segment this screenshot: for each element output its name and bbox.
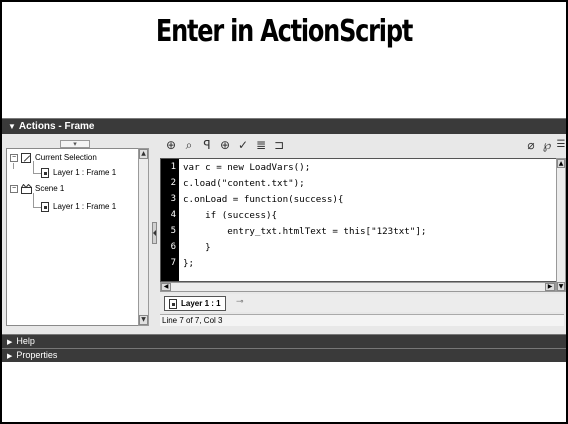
- check-syntax-icon[interactable]: ✓: [236, 138, 250, 152]
- code-line[interactable]: if (success){: [183, 209, 277, 222]
- tree-connector: [33, 207, 41, 208]
- line-number: 7: [170, 258, 176, 268]
- tree-item-label: Layer 1 : Frame 1: [53, 202, 117, 211]
- slide-title: Enter in ActionScript: [155, 14, 413, 49]
- code-line[interactable]: };: [183, 257, 194, 270]
- tree-item-label: Scene 1: [35, 184, 65, 193]
- layer-icon: [41, 167, 49, 178]
- tree-collapse-button[interactable]: ▾: [60, 140, 90, 148]
- script-tab-bar: Layer 1 : 1 ⊸: [160, 294, 564, 312]
- tree-connector: [33, 193, 34, 207]
- tree-item-label: Layer 1 : Frame 1: [53, 168, 117, 177]
- help-panel-label: Help: [16, 336, 35, 346]
- line-number: 6: [170, 242, 176, 252]
- editor-horizontal-scrollbar[interactable]: ◀ ▶: [160, 282, 556, 292]
- code-line[interactable]: c.load("content.txt");: [183, 177, 305, 190]
- line-number: 2: [170, 178, 176, 188]
- tree-item-current-frame[interactable]: Layer 1 : Frame 1: [41, 167, 116, 179]
- expand-arrow-icon[interactable]: ▶: [7, 353, 12, 360]
- debug-icon[interactable]: ⌀: [524, 138, 538, 152]
- menu-icon[interactable]: ☰: [554, 138, 568, 152]
- tree-item-scene-frame[interactable]: Layer 1 : Frame 1: [41, 201, 116, 213]
- layer-icon: [169, 298, 177, 309]
- pane-splitter[interactable]: [152, 222, 157, 244]
- reference-icon[interactable]: ℘: [540, 138, 554, 152]
- tree-item-current-selection[interactable]: − Current Selection: [10, 152, 97, 164]
- expand-arrow-icon[interactable]: ▶: [7, 339, 12, 346]
- tree-item-label: Current Selection: [35, 153, 97, 162]
- actions-panel-title: Actions - Frame: [18, 121, 95, 132]
- editor-vertical-scrollbar[interactable]: ▲ ▼: [556, 158, 566, 292]
- scroll-up-icon[interactable]: ▲: [557, 159, 565, 168]
- properties-panel-header[interactable]: ▶ Properties: [2, 348, 566, 362]
- line-number: 3: [170, 194, 176, 204]
- script-navigator[interactable]: − Current Selection Layer 1 : Frame 1 − Sc…: [6, 148, 146, 326]
- scroll-down-icon[interactable]: ▼: [139, 315, 148, 325]
- line-number: 4: [170, 210, 176, 220]
- line-number: 1: [170, 162, 176, 172]
- scroll-up-icon[interactable]: ▲: [139, 149, 148, 159]
- replace-icon[interactable]: ꟼ: [200, 138, 214, 152]
- add-icon[interactable]: ⊕: [164, 138, 178, 152]
- code-line[interactable]: }: [183, 241, 211, 254]
- code-line[interactable]: entry_txt.htmlText = this["123txt"];: [183, 225, 426, 238]
- tab-layer-1-frame-1[interactable]: Layer 1 : 1: [164, 296, 226, 311]
- tree-toolbar: ▾: [6, 140, 152, 148]
- code-hint-icon[interactable]: ⊐: [272, 138, 286, 152]
- auto-format-icon[interactable]: ≣: [254, 138, 268, 152]
- scroll-left-icon[interactable]: ◀: [161, 283, 171, 291]
- script-editor[interactable]: 1 2 3 4 5 6 7 var c = new LoadVars(); c.…: [160, 158, 564, 282]
- status-bar: Line 7 of 7, Col 3: [160, 314, 564, 326]
- target-icon[interactable]: ⊕: [218, 138, 232, 152]
- find-icon[interactable]: ⌕: [182, 138, 196, 152]
- actions-panel-header[interactable]: ▼ Actions - Frame: [2, 118, 566, 134]
- expander-minus-icon[interactable]: −: [10, 184, 18, 193]
- scroll-down-icon[interactable]: ▼: [557, 282, 565, 291]
- tree-connector: [33, 173, 41, 174]
- line-number: 5: [170, 226, 176, 236]
- code-line[interactable]: c.onLoad = function(success){: [183, 193, 343, 206]
- help-panel-header[interactable]: ▶ Help: [2, 334, 566, 348]
- collapse-arrow-icon[interactable]: ▼: [8, 122, 16, 131]
- scroll-right-icon[interactable]: ▶: [545, 283, 555, 291]
- pin-script-icon[interactable]: ⊸: [236, 297, 244, 307]
- tree-scrollbar[interactable]: ▲ ▼: [138, 148, 149, 326]
- tree-item-scene[interactable]: − Scene 1: [10, 183, 64, 195]
- code-line[interactable]: var c = new LoadVars();: [183, 161, 310, 174]
- properties-panel-label: Properties: [16, 350, 58, 360]
- expander-minus-icon[interactable]: −: [10, 153, 18, 162]
- layer-icon: [41, 201, 49, 212]
- tab-label: Layer 1 : 1: [181, 299, 221, 308]
- actions-toolbar: ⊕ ⌕ ꟼ ⊕ ✓ ≣ ⊐ ⌀ ℘ ☰: [160, 136, 566, 156]
- selection-icon: [21, 152, 31, 163]
- scene-icon: [21, 183, 32, 194]
